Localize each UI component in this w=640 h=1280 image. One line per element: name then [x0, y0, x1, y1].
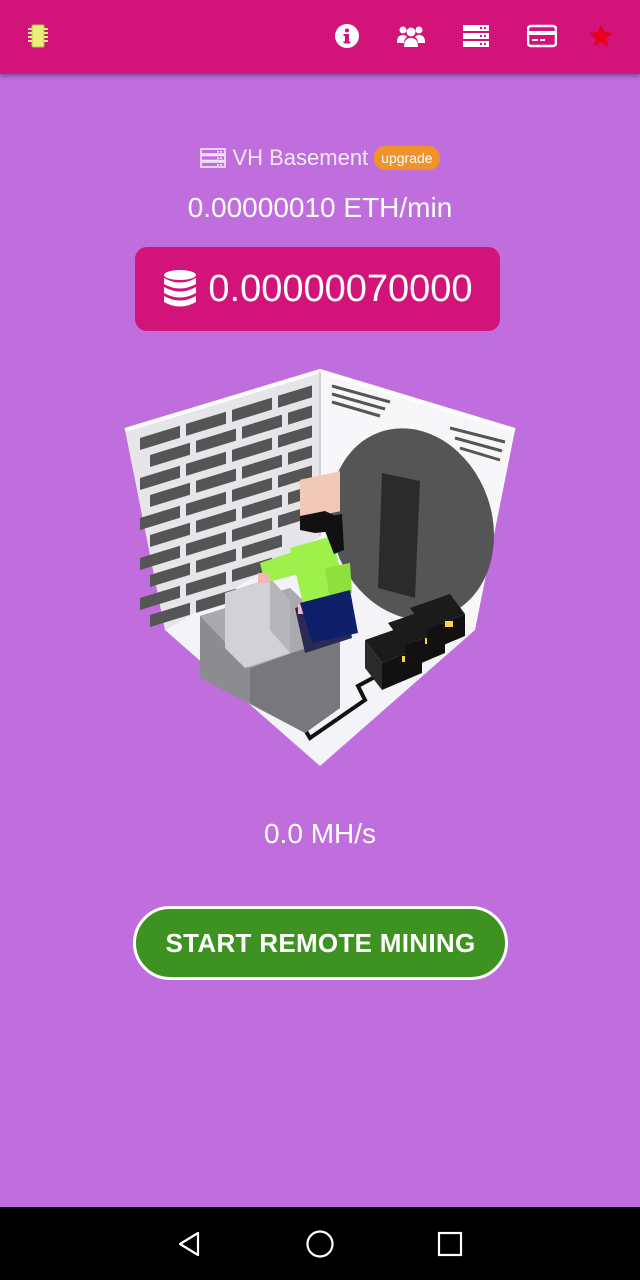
back-icon[interactable]	[167, 1221, 213, 1267]
balance-display: 0.00000070000	[135, 247, 500, 331]
home-icon[interactable]	[297, 1221, 343, 1267]
location-name: VH Basement	[232, 145, 369, 170]
group-icon[interactable]	[389, 14, 433, 58]
location-row: VH Basement upgrade	[0, 142, 640, 174]
system-nav-bar	[0, 1207, 640, 1280]
credit-card-icon[interactable]	[520, 14, 564, 58]
database-icon	[164, 270, 197, 307]
app-bar	[0, 0, 640, 74]
start-remote-mining-button[interactable]: START REMOTE MINING	[133, 906, 508, 980]
server-icon[interactable]	[454, 14, 498, 58]
server-icon	[200, 148, 227, 168]
mining-room-illustration	[120, 368, 520, 768]
upgrade-badge[interactable]: upgrade	[374, 146, 440, 170]
info-icon[interactable]	[325, 14, 369, 58]
recents-icon[interactable]	[427, 1221, 473, 1267]
mining-rate: 0.00000010 ETH/min	[187, 192, 453, 223]
star-icon[interactable]	[579, 14, 623, 58]
balance-value: 0.00000070000	[208, 267, 473, 310]
hashrate: 0.0 MH/s	[263, 818, 377, 849]
chip-icon[interactable]	[16, 14, 60, 58]
